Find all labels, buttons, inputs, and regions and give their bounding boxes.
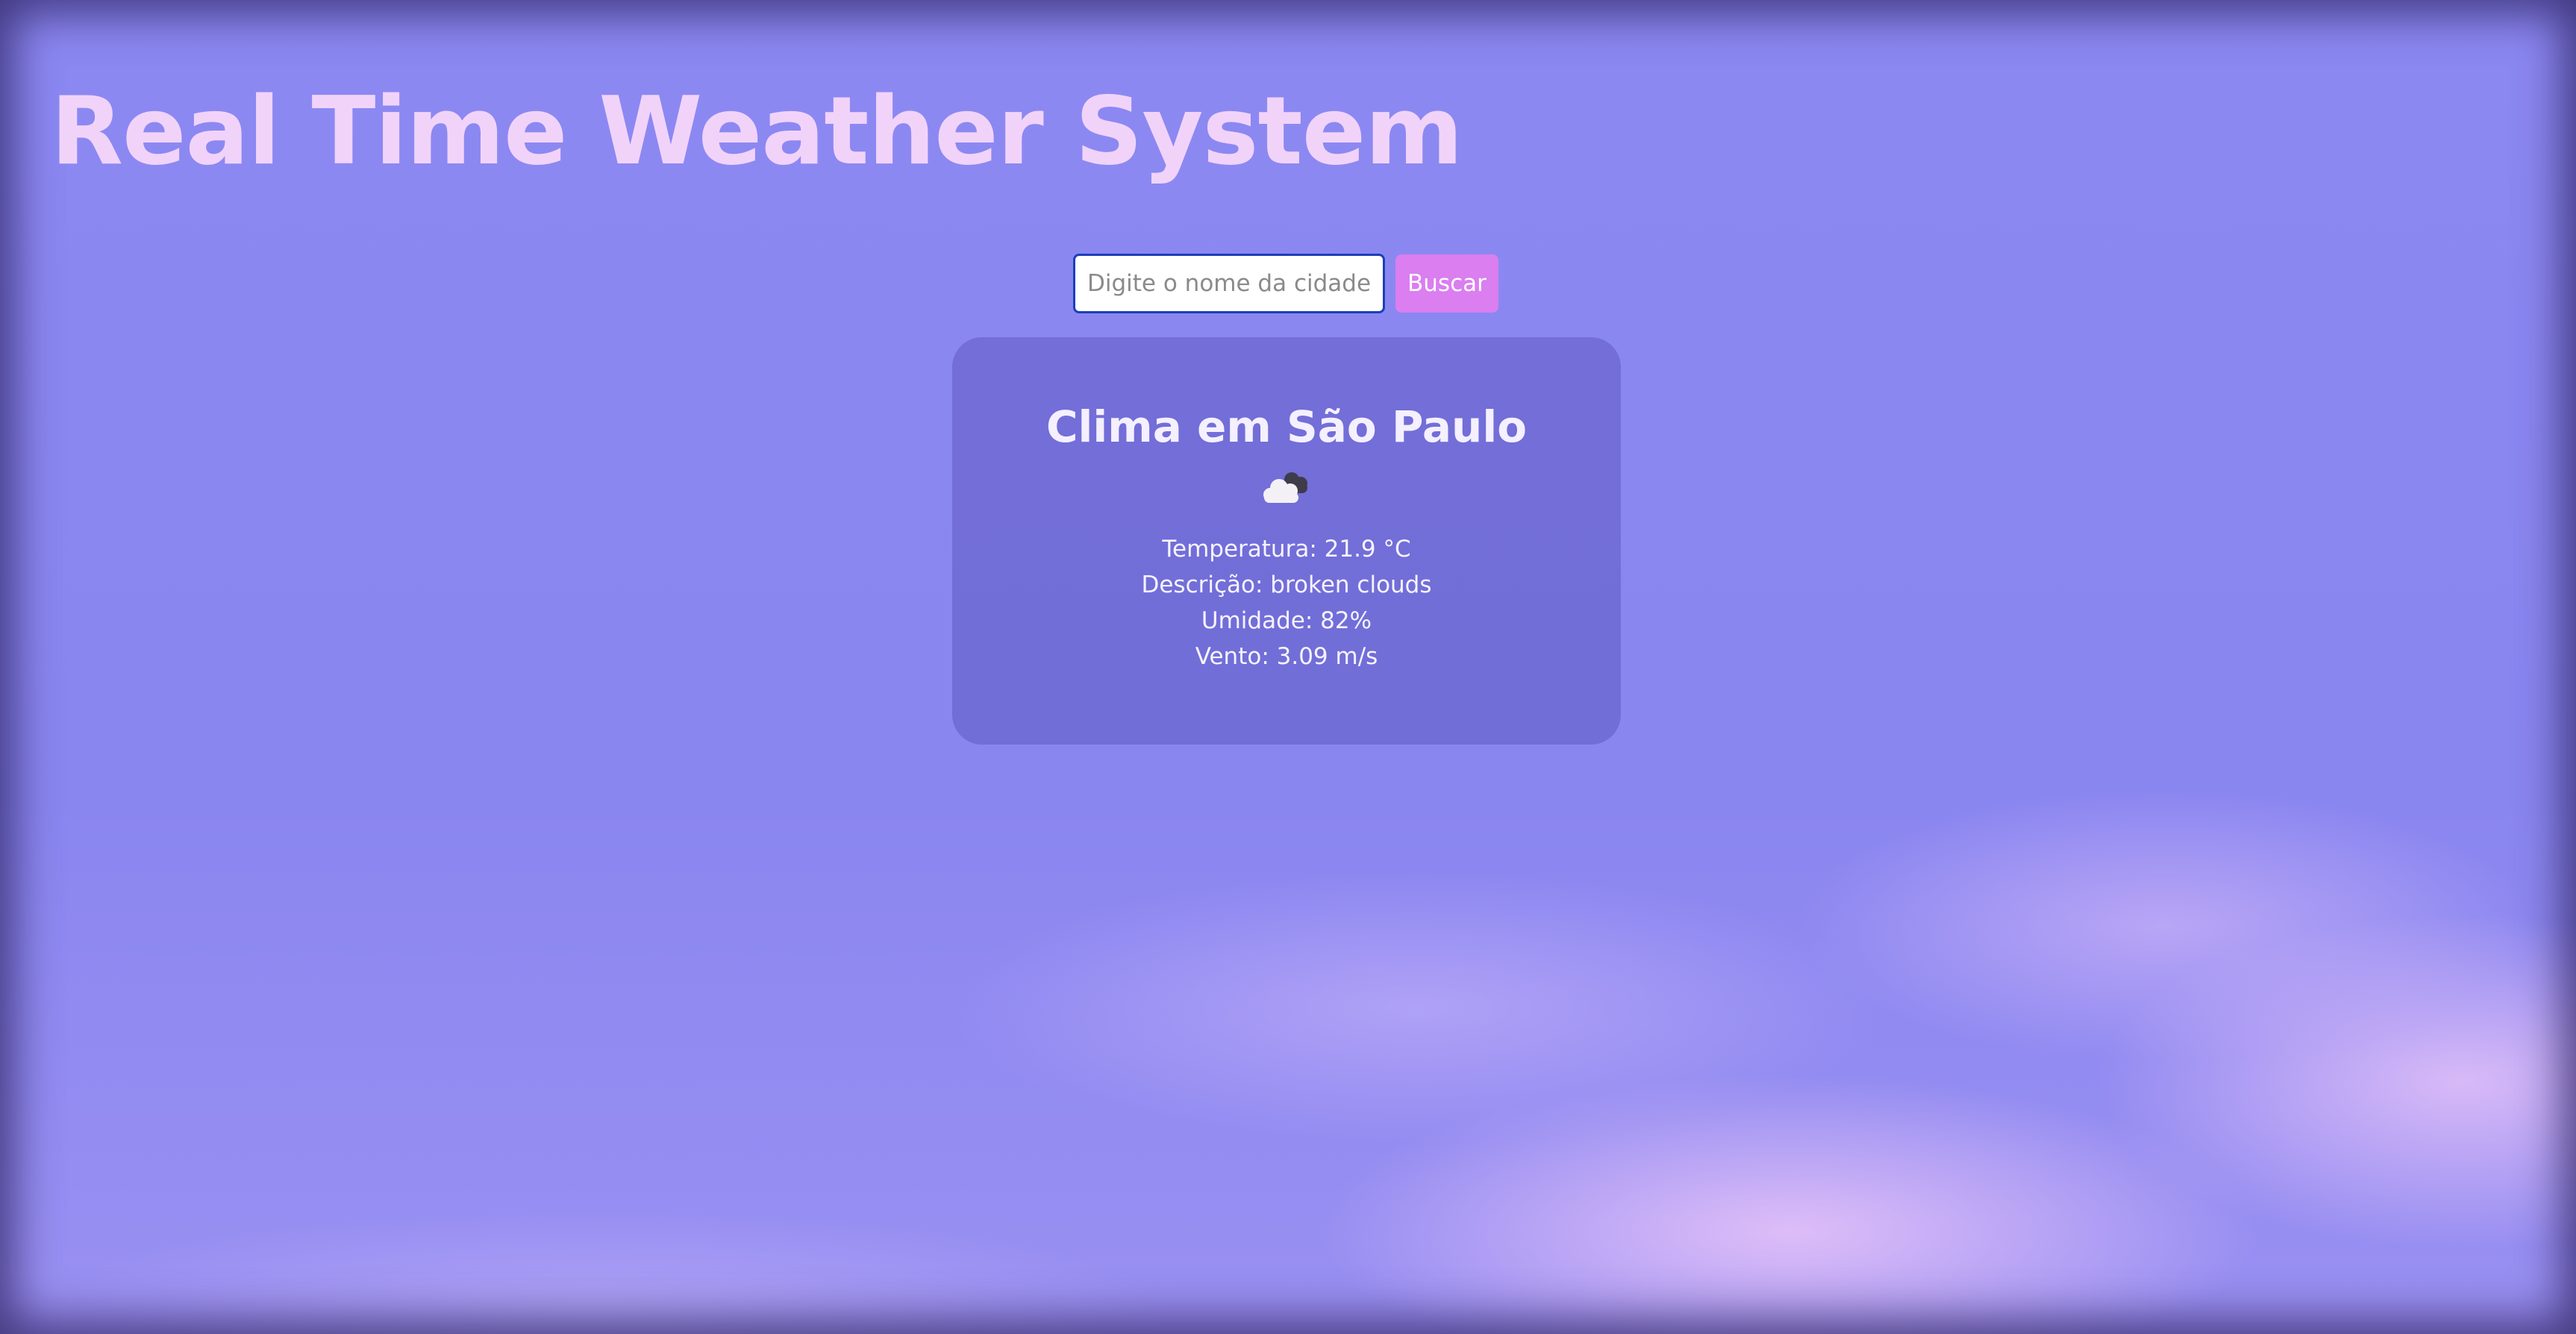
temperature-text: Temperatura: 21.9 °C [1162,536,1411,563]
broken-clouds-icon [1263,472,1307,503]
description-text: Descrição: broken clouds [1141,572,1432,598]
weather-card: Clima em São Paulo Temperatura: 21.9 °C … [952,337,1621,745]
page-title: Real Time Weather System [51,76,1463,186]
city-search-form: Buscar [1073,254,1498,313]
weather-card-title: Clima em São Paulo [1045,401,1528,452]
city-search-input[interactable] [1073,254,1385,313]
search-button[interactable]: Buscar [1395,254,1498,313]
wind-text: Vento: 3.09 m/s [1195,643,1378,670]
humidity-text: Umidade: 82% [1201,607,1372,634]
